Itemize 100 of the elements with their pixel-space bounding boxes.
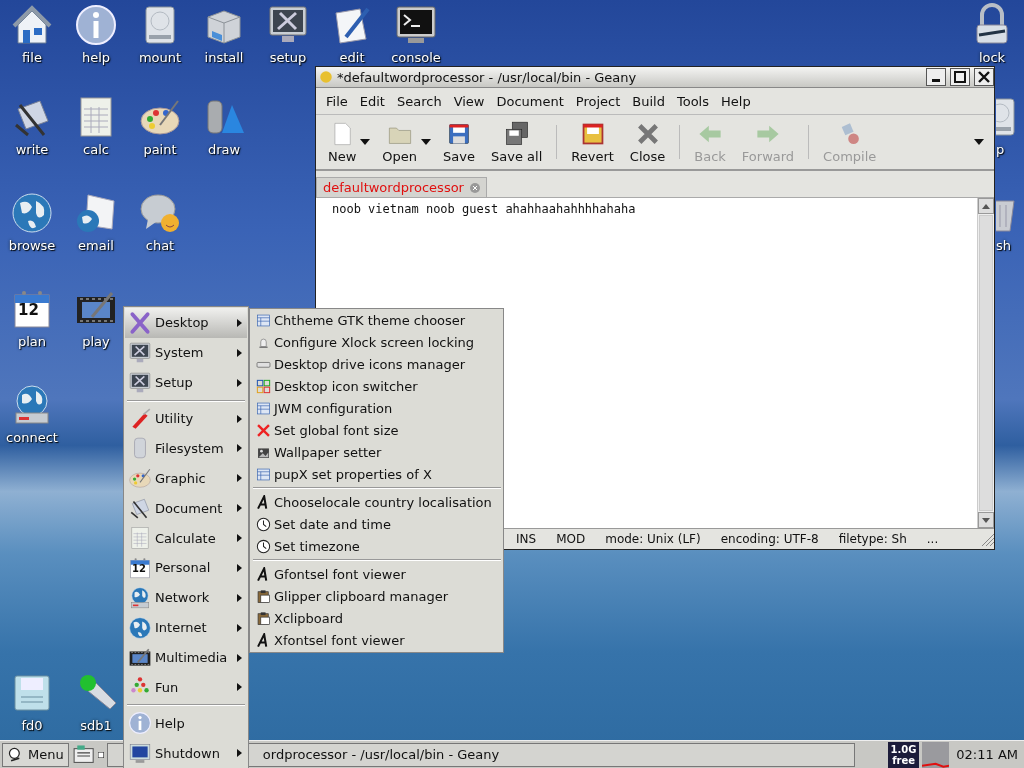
status-text: encoding: UTF-8 <box>719 532 820 546</box>
dropdown-caret-icon[interactable] <box>421 139 432 145</box>
desktop-icon-label[interactable]: file <box>22 50 42 65</box>
envelope-icon[interactable] <box>74 191 118 235</box>
desktop-icon-label[interactable]: fd0 <box>21 718 43 733</box>
menu-item[interactable]: Desktop drive icons manager <box>251 353 503 375</box>
desktop-icon-label[interactable]: calc <box>83 142 109 157</box>
menu-item[interactable]: Xfontsel font viewer <box>251 629 503 651</box>
menu-item[interactable]: Configure Xlock screen locking <box>251 331 503 353</box>
window-title: *defaultwordprocessor - /usr/local/bin - Geany <box>337 69 638 85</box>
monitor-icon <box>128 340 152 365</box>
menu-item[interactable]: Filesystem <box>125 433 247 464</box>
menu-item[interactable]: Document <box>125 493 247 524</box>
x-icon <box>256 422 271 438</box>
menu-item[interactable]: Search <box>392 92 446 110</box>
toolbar-button[interactable]: Open <box>374 118 426 166</box>
scroll-down-icon[interactable] <box>982 517 990 523</box>
menu-item[interactable]: Utility <box>125 403 247 434</box>
desktop-icon-label[interactable]: sh <box>996 238 1011 253</box>
menu-item[interactable]: Gfontsel font viewer <box>251 563 503 585</box>
overflow-caret-icon[interactable] <box>974 139 984 145</box>
scrollbar[interactable] <box>977 198 994 528</box>
info-icon[interactable] <box>74 3 118 47</box>
desktop-icon-label[interactable]: plan <box>17 334 47 349</box>
window-grid-icon <box>256 466 271 482</box>
tab-close-icon[interactable] <box>469 182 480 193</box>
menu-item[interactable]: pupX set properties of X <box>251 463 503 485</box>
maximize-button[interactable] <box>950 68 970 86</box>
desktop-icon-label[interactable]: paint <box>143 142 177 157</box>
calendar-icon <box>128 555 152 580</box>
menu-item[interactable]: Document <box>492 92 568 110</box>
menu-item[interactable]: Network <box>125 582 247 613</box>
desktop-icon-label[interactable]: edit <box>339 50 365 65</box>
desktop-icon-label[interactable]: p <box>996 142 1005 157</box>
toolbar-button[interactable]: Close <box>621 118 674 166</box>
colored-grid-icon <box>256 378 271 394</box>
desktop-icon-label[interactable]: email <box>78 238 114 253</box>
menu-item[interactable]: Help <box>125 708 247 739</box>
menu-item[interactable]: Calculate <box>125 523 247 553</box>
globe-icon[interactable] <box>10 191 54 235</box>
menu-item[interactable]: Edit <box>355 92 389 110</box>
menu-item[interactable]: Wallpaper setter <box>251 441 503 463</box>
desktop-icon-label[interactable]: help <box>81 50 111 65</box>
desktop-icon-label[interactable]: install <box>204 50 244 65</box>
menu-item[interactable]: Set date and time <box>251 513 503 535</box>
dropdown-caret-icon[interactable] <box>360 139 371 145</box>
toolbar-button[interactable]: Revert <box>563 118 622 166</box>
minimize-button[interactable] <box>926 68 946 86</box>
pen-paper-icon <box>128 496 152 521</box>
menu-item[interactable]: Help <box>717 92 755 110</box>
menu-item[interactable]: File <box>322 92 352 110</box>
window-grid-icon <box>256 312 271 328</box>
menu-item[interactable]: System <box>125 337 247 368</box>
menu-item[interactable]: Desktop <box>125 308 247 338</box>
close-button[interactable] <box>974 68 994 86</box>
menu-item[interactable]: Chooselocale country localisation <box>251 491 503 513</box>
toolbar-button[interactable]: Save all <box>483 118 551 166</box>
menu-item[interactable]: Project <box>571 92 625 110</box>
palette-icon <box>128 466 152 491</box>
clipboard-icon <box>256 588 271 604</box>
menu-item[interactable]: Desktop icon switcher <box>251 375 503 397</box>
desktop-icon-label[interactable]: write <box>15 142 49 157</box>
house-icon[interactable] <box>10 3 54 47</box>
menu-item[interactable]: Multimedia <box>125 642 247 673</box>
resize-grip-icon[interactable] <box>980 532 994 546</box>
menu-button[interactable]: Menu <box>2 742 69 767</box>
x-icon <box>128 310 152 335</box>
speech-bubble-icon[interactable] <box>138 191 182 235</box>
toolbar-button[interactable]: Save <box>435 118 483 166</box>
desktop-icon-label[interactable]: play <box>82 334 110 349</box>
status-text: INS <box>515 532 538 546</box>
desktop-icon-label[interactable]: lock <box>978 50 1006 65</box>
desktop-icon-label[interactable]: draw <box>207 142 241 157</box>
desktop-icon-label[interactable]: chat <box>145 238 175 253</box>
menu-item[interactable]: Setup <box>125 367 247 398</box>
menu-item[interactable]: View <box>449 92 489 110</box>
toolbar-button[interactable]: New <box>320 118 365 166</box>
menu-item[interactable]: Tools <box>672 92 713 110</box>
monitor-icon <box>128 741 152 766</box>
menu-item[interactable]: Graphic <box>125 463 247 494</box>
menu-item[interactable]: Chtheme GTK theme chooser <box>251 309 503 331</box>
menu-item[interactable]: Fun <box>125 672 247 703</box>
desktop-icon-label[interactable]: connect <box>6 430 58 445</box>
menu-item[interactable]: JWM configuration <box>251 397 503 419</box>
desktop-icon-label[interactable]: sdb1 <box>80 718 112 733</box>
menu-item[interactable]: Build <box>628 92 669 110</box>
menu-item[interactable]: Glipper clipboard manager <box>251 585 503 607</box>
menu-item[interactable]: Set timezone <box>251 535 503 557</box>
globe-icon <box>128 615 152 640</box>
scroll-up-icon[interactable] <box>982 203 990 209</box>
menu-item[interactable]: Xclipboard <box>251 607 503 629</box>
app-icon <box>319 70 333 84</box>
menu-item[interactable]: 12 Personal <box>125 553 247 583</box>
menu-item[interactable]: Internet <box>125 612 247 643</box>
desktop-icon-label[interactable]: console <box>391 50 441 65</box>
window-grid-icon <box>256 400 271 416</box>
desktop-icon-label[interactable]: mount <box>138 50 182 65</box>
desktop-icon-label[interactable]: setup <box>269 50 307 65</box>
desktop-icon-label[interactable]: browse <box>8 238 56 253</box>
menu-item[interactable]: Set global font size <box>251 419 503 441</box>
